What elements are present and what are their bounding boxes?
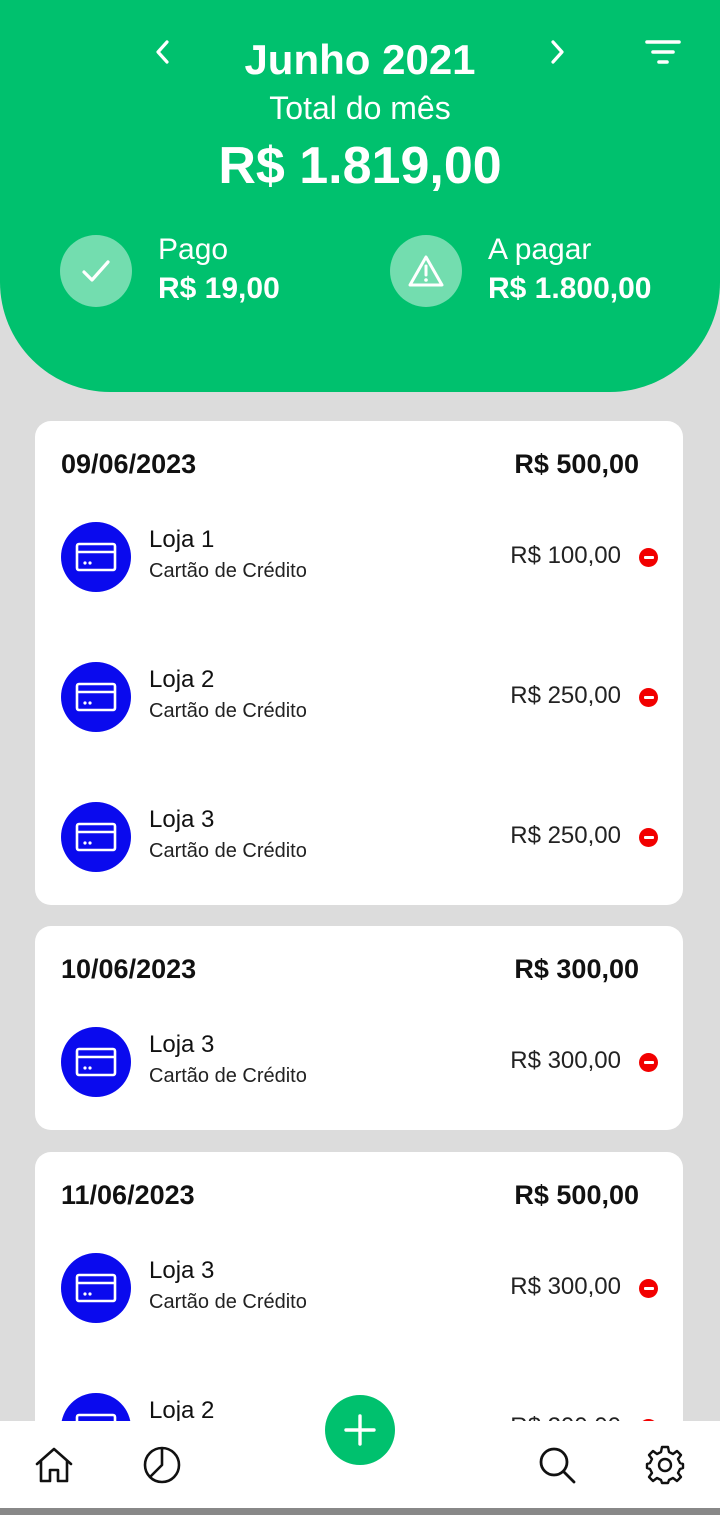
system-gesture-bar	[0, 1508, 720, 1515]
filter-icon	[645, 40, 681, 64]
unpaid-status-icon	[639, 548, 658, 567]
unpaid-status-icon	[639, 688, 658, 707]
check-icon	[82, 260, 110, 282]
due-value: R$ 1.800,00	[488, 272, 652, 305]
transaction-store: Loja 3	[149, 1031, 215, 1058]
due-label: A pagar	[488, 233, 592, 266]
transaction-amount: R$ 250,00	[510, 682, 621, 709]
unpaid-status-icon	[639, 1279, 658, 1298]
group-date: 09/06/2023	[61, 449, 197, 479]
warning-icon	[408, 255, 444, 287]
group-date: 11/06/2023	[61, 1180, 195, 1210]
transaction-store: Loja 1	[149, 526, 215, 553]
transaction-store: Loja 3	[149, 806, 215, 833]
group-total: R$ 500,00	[514, 1180, 639, 1210]
due-indicator	[390, 235, 462, 307]
search-icon	[539, 1447, 576, 1484]
transaction-item[interactable]: Loja 1 Cartão de Crédito R$ 100,00	[35, 518, 683, 598]
chart-pie-icon	[143, 1446, 181, 1484]
chevron-right-icon	[551, 40, 564, 64]
paid-summary: Pago R$ 19,00	[60, 232, 280, 310]
due-summary: A pagar R$ 1.800,00	[390, 232, 651, 310]
transaction-item[interactable]: Loja 3 Cartão de Crédito R$ 300,00	[35, 1023, 683, 1103]
transaction-item[interactable]: Loja 3 Cartão de Crédito R$ 300,00	[35, 1249, 683, 1329]
reports-button[interactable]	[141, 1444, 183, 1486]
month-title: Junho 2021	[244, 36, 476, 83]
month-summary-header: Junho 2021 Total do mês R$ 1.819,00 Pago…	[0, 0, 720, 392]
card-icon	[61, 1253, 131, 1323]
group-total: R$ 300,00	[514, 954, 639, 984]
transaction-store: Loja 3	[149, 1257, 215, 1284]
transaction-amount: R$ 300,00	[510, 1047, 621, 1074]
transaction-method: Cartão de Crédito	[149, 1065, 307, 1087]
total-value: R$ 1.819,00	[218, 137, 502, 195]
transaction-item[interactable]: Loja 2 Cartão de Crédito R$ 250,00	[35, 658, 683, 738]
paid-indicator	[60, 235, 132, 307]
gear-icon	[645, 1445, 685, 1485]
card-icon	[61, 802, 131, 872]
transaction-group: 10/06/2023 R$ 300,00 Loja 3 Cartão de Cr…	[35, 926, 683, 1130]
paid-value: R$ 19,00	[158, 272, 280, 305]
transaction-store: Loja 2	[149, 666, 215, 693]
add-icon	[344, 1414, 376, 1446]
card-icon	[61, 662, 131, 732]
add-transaction-button[interactable]	[325, 1395, 395, 1465]
transaction-method: Cartão de Crédito	[149, 1291, 307, 1313]
transaction-amount: R$ 250,00	[510, 822, 621, 849]
paid-label: Pago	[158, 233, 229, 266]
group-total: R$ 500,00	[514, 449, 639, 479]
total-label: Total do mês	[269, 90, 451, 126]
card-icon	[61, 1027, 131, 1097]
transaction-method: Cartão de Crédito	[149, 700, 307, 722]
filter-button[interactable]	[642, 34, 684, 70]
settings-button[interactable]	[644, 1444, 686, 1486]
transaction-method: Cartão de Crédito	[149, 560, 307, 582]
transaction-method: Cartão de Crédito	[149, 840, 307, 862]
card-icon	[61, 522, 131, 592]
group-date: 10/06/2023	[61, 954, 197, 984]
unpaid-status-icon	[639, 828, 658, 847]
home-icon	[35, 1447, 73, 1483]
transaction-amount: R$ 100,00	[510, 542, 621, 569]
transaction-item[interactable]: Loja 3 Cartão de Crédito R$ 250,00	[35, 798, 683, 878]
search-button[interactable]	[536, 1444, 578, 1486]
unpaid-status-icon	[639, 1053, 658, 1072]
home-button[interactable]	[33, 1444, 75, 1486]
next-month-button[interactable]	[540, 32, 574, 72]
transaction-amount: R$ 300,00	[510, 1273, 621, 1300]
transaction-group: 09/06/2023 R$ 500,00 Loja 1 Cartão de Cr…	[35, 421, 683, 905]
